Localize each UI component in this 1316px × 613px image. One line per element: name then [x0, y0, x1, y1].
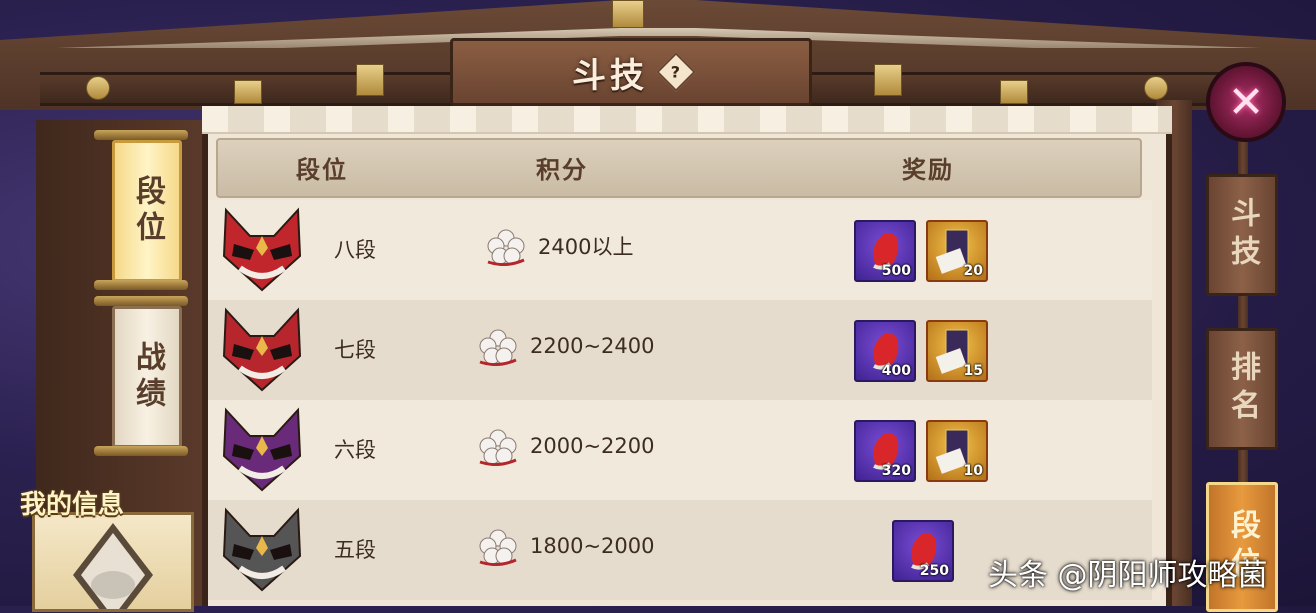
- table-row: 七段 2200~2400 400 15: [208, 300, 1152, 400]
- roof-ornament: [612, 0, 644, 28]
- page-title: 斗技: [572, 55, 648, 96]
- reward-count: 15: [963, 363, 983, 379]
- score-cell: 1800~2000: [476, 526, 654, 566]
- sakura-icon: [479, 429, 517, 466]
- score-cell: 2400以上: [484, 226, 633, 266]
- header-score: 积分: [536, 156, 588, 184]
- table-row: 八段 2400以上 500 20: [208, 200, 1152, 300]
- beam-stud: [356, 64, 384, 96]
- fox-mask-icon: [222, 207, 302, 292]
- rank-label: 六段: [334, 438, 376, 462]
- header-rank: 段位: [296, 156, 348, 184]
- table-header: [216, 138, 1142, 198]
- beam-stud: [1000, 80, 1028, 104]
- reward-count: 250: [919, 563, 949, 579]
- sakura-icon: [479, 329, 517, 366]
- help-icon[interactable]: ?: [656, 52, 696, 92]
- rank-label: 七段: [334, 338, 376, 362]
- score-text: 2400以上: [538, 235, 634, 259]
- fox-mask-icon: [222, 307, 302, 392]
- fox-mask-icon: [222, 407, 302, 492]
- score-text: 2200~2400: [530, 334, 655, 358]
- beam-stud: [86, 76, 110, 100]
- rank-label: 五段: [334, 538, 376, 562]
- beam-stud: [874, 64, 902, 96]
- my-info-label: 我的信息: [20, 490, 125, 520]
- reward-purple-item[interactable]: 500: [854, 220, 916, 282]
- reward-count: 400: [881, 363, 911, 379]
- reward-gold-item[interactable]: 15: [926, 320, 988, 382]
- header-reward: 奖励: [902, 156, 954, 184]
- close-button[interactable]: ✕: [1206, 62, 1286, 142]
- scroll-rod: [94, 130, 188, 140]
- mask-diamond-icon: [73, 523, 153, 613]
- tab-record[interactable]: 战绩: [112, 306, 182, 448]
- reward-count: 500: [881, 263, 911, 279]
- reward-purple-item[interactable]: 320: [854, 420, 916, 482]
- scroll-rod: [94, 280, 188, 290]
- beam-stud: [234, 80, 262, 104]
- score-text: 2000~2200: [530, 434, 655, 458]
- reward-count: 320: [881, 463, 911, 479]
- table-row: 六段 2000~2200 320 10: [208, 400, 1152, 500]
- reward-count: 10: [963, 463, 983, 479]
- reward-purple-item[interactable]: 250: [892, 520, 954, 582]
- score-cell: 2000~2200: [476, 426, 654, 466]
- sakura-icon: [479, 529, 517, 566]
- watermark: 头条 @阴阳师攻略菌: [988, 558, 1268, 593]
- sakura-icon: [487, 229, 525, 266]
- score-text: 1800~2000: [530, 534, 655, 558]
- tab-rank[interactable]: 段位: [112, 140, 182, 282]
- scroll-rod: [94, 446, 188, 456]
- title-sign: 斗技 ?: [450, 38, 812, 106]
- right-tab-ranking[interactable]: 排名: [1206, 328, 1278, 450]
- fox-mask-icon: [222, 507, 302, 592]
- reward-purple-item[interactable]: 400: [854, 320, 916, 382]
- rank-label: 八段: [334, 238, 376, 262]
- scroll-rod: [94, 296, 188, 306]
- reward-count: 20: [963, 263, 983, 279]
- right-tab-battle[interactable]: 斗技: [1206, 174, 1278, 296]
- my-info-panel[interactable]: [32, 512, 194, 613]
- reward-gold-item[interactable]: 10: [926, 420, 988, 482]
- reward-gold-item[interactable]: 20: [926, 220, 988, 282]
- beam-stud: [1144, 76, 1168, 100]
- score-cell: 2200~2400: [476, 326, 654, 366]
- panel-trim: [202, 106, 1172, 134]
